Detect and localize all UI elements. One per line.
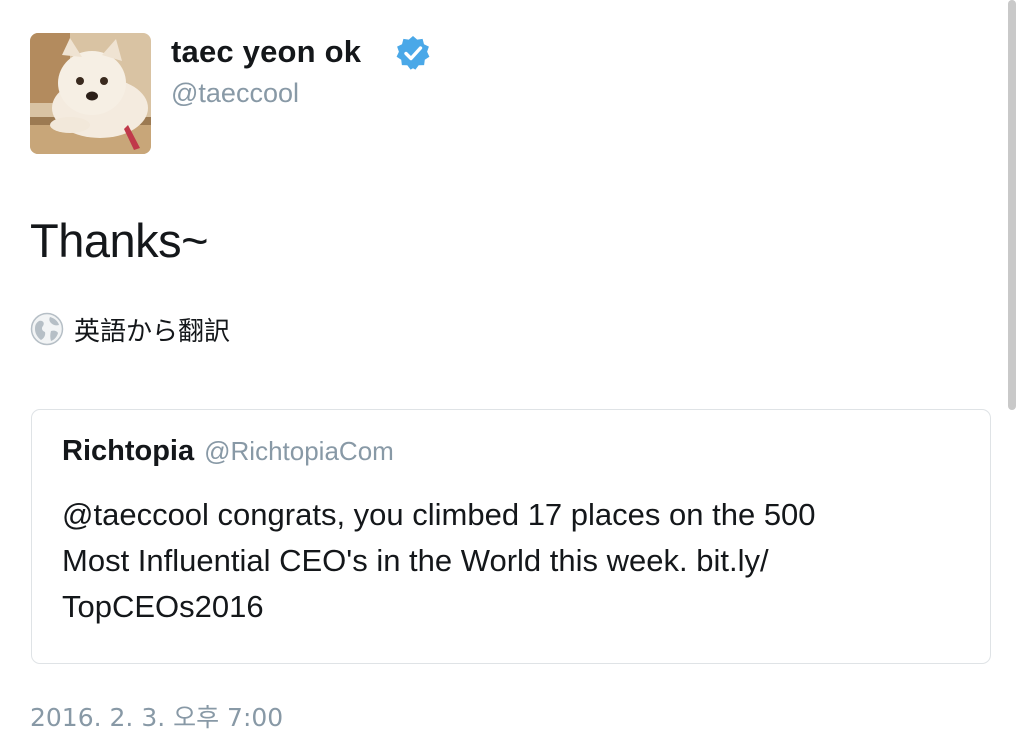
quoted-author-handle: @RichtopiaCom <box>204 436 394 466</box>
quoted-tweet-line: Most Influential CEO's in the World this… <box>62 543 769 578</box>
globe-icon <box>30 312 64 346</box>
author-display-name[interactable]: taec yeon ok <box>171 34 361 70</box>
quoted-tweet-line: @taeccool congrats, you climbed 17 place… <box>62 497 816 532</box>
author-handle[interactable]: @taeccool <box>171 78 299 109</box>
tweet-page: taec yeon ok @taeccool Thanks~ 英語から翻訳 Ri… <box>0 0 1024 756</box>
tweet-timestamp[interactable]: 2016. 2. 3. 오후 7:00 <box>30 698 283 734</box>
tweet-text: Thanks~ <box>30 214 209 267</box>
translate-label[interactable]: 英語から翻訳 <box>74 311 230 348</box>
quoted-author-name: Richtopia <box>62 435 195 467</box>
quoted-tweet-header: Richtopia @RichtopiaCom <box>62 435 394 468</box>
verified-badge-icon <box>396 36 430 70</box>
quoted-tweet-text: @taeccool congrats, you climbed 17 place… <box>62 492 962 630</box>
quoted-tweet-line: TopCEOs2016 <box>62 589 264 624</box>
scrollbar-thumb[interactable] <box>1008 0 1016 410</box>
author-avatar[interactable] <box>30 33 151 154</box>
quoted-tweet-card[interactable]: Richtopia @RichtopiaCom @taeccool congrat… <box>31 409 991 664</box>
translate-link[interactable]: 英語から翻訳 <box>30 311 230 347</box>
dog-avatar-icon <box>30 33 151 154</box>
